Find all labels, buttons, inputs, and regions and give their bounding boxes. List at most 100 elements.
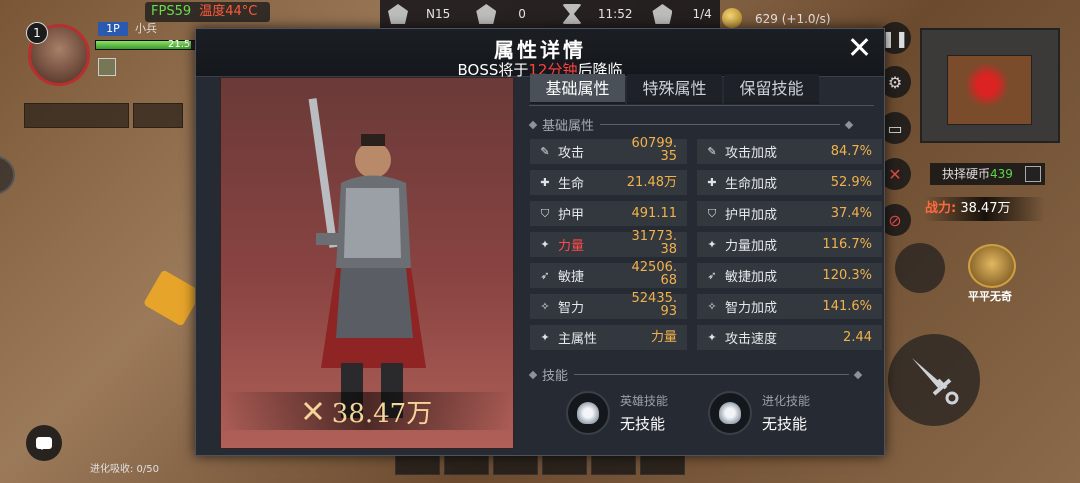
quick-button-2[interactable]	[133, 103, 183, 128]
attr-name: 攻击	[558, 146, 585, 161]
attr-health: ✚ 生命 21.48万	[530, 170, 687, 195]
attr-name: 生命	[558, 177, 585, 192]
evolve-skill-caption: 进化技能	[762, 394, 811, 408]
attr-name: 护甲加成	[725, 208, 778, 223]
attr-intellect-bonus: ✧ 智力加成 141.6%	[697, 294, 882, 319]
section-skill-label: 技能	[542, 369, 569, 384]
minimap[interactable]	[920, 28, 1060, 143]
hourglass-icon	[561, 4, 582, 24]
attr-value: 52.9%	[830, 175, 872, 190]
shield-bonus-icon: ⛉	[707, 206, 717, 220]
lotus-icon	[566, 391, 610, 435]
attr-name: 护甲	[558, 208, 585, 223]
attr-value: 37.4%	[830, 206, 872, 221]
gold-text: 629 (+1.0/s)	[755, 12, 831, 26]
coin-label: 抉择硬币	[942, 167, 991, 181]
boss-icon	[652, 4, 673, 24]
attr-value: 力量	[650, 330, 677, 345]
hero-skill-value: 无技能	[620, 415, 666, 433]
attr-value: 60799.35	[631, 136, 678, 164]
teammate-avatar[interactable]	[968, 244, 1016, 288]
attr-value: 2.44	[843, 330, 872, 345]
strength-icon: ✦	[540, 237, 550, 251]
monitor-icon: ▭	[887, 118, 903, 138]
attr-name: 生命加成	[725, 177, 778, 192]
chat-button[interactable]	[26, 425, 62, 461]
section-basic-label: 基础属性	[542, 119, 595, 134]
hp-value: 21.5	[168, 39, 191, 50]
stage-text: N15	[426, 7, 451, 21]
attr-armor: ⛉ 护甲 491.11	[530, 201, 687, 226]
intellect-bonus-icon: ✧	[707, 299, 717, 313]
attr-value: 21.48万	[626, 175, 677, 190]
attr-name: 力量加成	[725, 239, 778, 254]
health-bonus-icon: ✚	[707, 175, 717, 189]
gear-icon: ⚙	[887, 72, 903, 92]
attr-name: 智力	[558, 301, 585, 316]
evolve-skill-value: 无技能	[762, 415, 808, 433]
stage-icon	[388, 4, 408, 24]
tab-basic[interactable]: 基础属性	[530, 74, 625, 104]
attr-armor-bonus: ⛉ 护甲加成 37.4%	[697, 201, 882, 226]
attr-name: 力量	[558, 239, 585, 254]
fps-text: FPS59	[151, 4, 192, 19]
attribute-modal: 属性详情 BOSS将于12分钟后降临 38.47万 基础属性 特殊属性 保留技能	[195, 28, 885, 456]
hero-skill[interactable]: 英雄技能 无技能	[566, 391, 668, 435]
pause-icon: ❚❚	[881, 28, 909, 48]
skill-slot[interactable]	[895, 243, 945, 293]
strength-bonus-icon: ✦	[707, 237, 717, 251]
joystick-edge[interactable]	[0, 155, 15, 195]
attribute-grid: ✎ 攻击 60799.35 ✎ 攻击加成 84.7% ✚ 生命 21.48万 ✚ 生命加成 52…	[530, 136, 885, 350]
hero-power-value: 38.47万	[331, 398, 433, 429]
attr-name: 攻击速度	[725, 332, 778, 347]
evolve-progress: 进化吸收: 0/50	[90, 464, 160, 475]
agility-icon: ➶	[540, 268, 550, 282]
coin-checkbox[interactable]	[1025, 166, 1041, 182]
tab-special[interactable]: 特殊属性	[627, 74, 722, 104]
attr-attack-bonus: ✎ 攻击加成 84.7%	[697, 139, 882, 164]
boss-count-text: 1/4	[692, 7, 712, 21]
level-badge: 1	[26, 22, 48, 44]
attr-health-bonus: ✚ 生命加成 52.9%	[697, 170, 882, 195]
hero-skill-caption: 英雄技能	[620, 394, 669, 408]
attr-intellect: ✧ 智力 52435.93	[530, 291, 687, 319]
modal-header: 属性详情 BOSS将于12分钟后降临	[196, 29, 884, 79]
attr-attack-speed: ✦ 攻击速度 2.44	[697, 325, 882, 350]
buff-icon	[98, 58, 116, 76]
attr-agility: ➶ 敏捷 42506.68	[530, 261, 687, 288]
attribute-tabs: 基础属性 特殊属性 保留技能	[530, 74, 819, 104]
hero-power-banner: 38.47万	[221, 392, 513, 430]
chat-icon	[36, 437, 52, 450]
evolve-skill[interactable]: 进化技能 无技能	[708, 391, 810, 435]
attr-strength-bonus: ✦ 力量加成 116.7%	[697, 232, 882, 257]
section-skill-header: 技能	[528, 365, 863, 384]
flag-decoration	[143, 269, 202, 327]
attr-name: 敏捷	[558, 270, 585, 285]
attr-attack: ✎ 攻击 60799.35	[530, 136, 687, 164]
coin-selector[interactable]: 抉择硬币439	[930, 163, 1045, 185]
player-name: 小兵	[135, 22, 157, 35]
mic-off-icon: ⊘	[888, 210, 902, 230]
crossed-swords-icon	[303, 401, 322, 421]
close-button[interactable]	[848, 36, 870, 58]
power-value: 38.47万	[960, 201, 1011, 216]
attr-value: 84.7%	[830, 144, 872, 159]
attr-name: 智力加成	[725, 301, 778, 316]
hero-portrait-panel: 38.47万	[220, 77, 514, 449]
attr-strength: ✦ 力量 31773.38	[530, 230, 687, 257]
agility-bonus-icon: ➶	[707, 268, 717, 282]
power-label: 战力:	[925, 201, 957, 216]
timer-text: 11:52	[597, 7, 633, 21]
attr-value: 120.3%	[822, 268, 872, 283]
attack-speed-icon: ✦	[707, 330, 717, 344]
hero-figure	[308, 98, 426, 418]
attr-name: 敏捷加成	[725, 270, 778, 285]
attack-button[interactable]	[888, 334, 980, 426]
quick-button-1[interactable]	[24, 103, 129, 128]
kills-text: 0	[518, 7, 526, 21]
main-attribute-icon: ✦	[540, 330, 550, 344]
tab-reserved-skills[interactable]: 保留技能	[724, 74, 819, 104]
temperature-text: 温度44°C	[199, 4, 258, 19]
attr-value: 52435.93	[631, 291, 678, 319]
teammate-name: 平平无奇	[968, 290, 1012, 303]
